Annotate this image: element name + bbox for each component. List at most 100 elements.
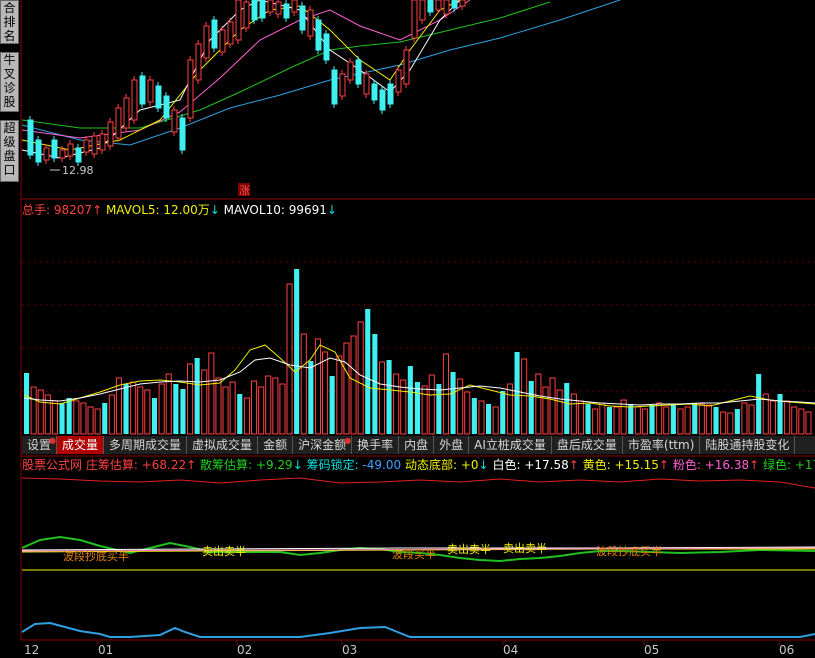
- volume-bar: [187, 363, 194, 435]
- volume-bar: [514, 352, 520, 434]
- volume-bar: [94, 408, 101, 435]
- candlestick: [395, 69, 402, 93]
- volume-bar: [80, 402, 87, 435]
- volume-bar: [386, 360, 392, 434]
- volume-bar: [756, 374, 762, 434]
- volume-bar: [798, 408, 805, 435]
- candlestick: [435, 0, 442, 11]
- candlestick: [251, 0, 258, 21]
- volume-bar: [393, 373, 400, 435]
- mavol10-value: 99691: [288, 203, 327, 217]
- tab-3[interactable]: 虚拟成交量: [187, 436, 259, 454]
- tab-label: 虚拟成交量: [192, 438, 253, 452]
- x-axis: 12 01 02 03 04 05 06: [24, 641, 794, 657]
- price-low-label: 12.98: [62, 164, 94, 177]
- indicator-3-label: 筹码锁定:: [306, 458, 359, 472]
- volume-bar: [237, 394, 243, 434]
- candlestick: [379, 89, 386, 111]
- tab-5[interactable]: 沪深金额 ●: [293, 436, 353, 454]
- candlestick: [139, 75, 146, 105]
- volume-bar: [784, 400, 791, 435]
- volume-bar: [471, 398, 477, 434]
- candlestick: [155, 85, 162, 109]
- indicator-5-value: +17.58: [524, 458, 569, 472]
- volume-bar: [229, 381, 236, 435]
- total-volume-label: 总手:: [22, 203, 51, 217]
- volume-bar: [542, 386, 549, 435]
- tab-2[interactable]: 多周期成交量: [104, 436, 188, 454]
- candlestick: [211, 19, 218, 49]
- volume-bars: [24, 269, 812, 435]
- candlestick: [91, 135, 98, 155]
- candlestick: [171, 109, 178, 133]
- volume-bar: [123, 384, 129, 434]
- indicator-header: 股票公式网 庄筹估算: +68.22↑ 散筹估算: +9.29↓ 筹码锁定: -…: [22, 457, 815, 473]
- tab-8[interactable]: 外盘: [434, 436, 470, 454]
- zhang-badge[interactable]: 涨: [239, 184, 250, 197]
- volume-bar: [663, 406, 670, 435]
- volume-bar: [215, 377, 222, 435]
- tab-11[interactable]: 市盈率(ttm): [623, 436, 701, 454]
- indicator-1-label: 庄筹估算:: [85, 458, 138, 472]
- volume-bar: [30, 386, 37, 435]
- volume-bar: [713, 407, 719, 434]
- indicator-7-arrow: ↑: [749, 458, 760, 472]
- volume-bar: [243, 397, 250, 435]
- candlestick: [259, 0, 266, 19]
- indicator-signal-4: 卖出卖半: [447, 542, 491, 556]
- mavol10-arrow: ↓: [326, 203, 337, 217]
- volume-bar: [599, 402, 606, 435]
- tab-9[interactable]: AI立桩成交量: [469, 436, 552, 454]
- indicator-2-label: 散筹估算:: [200, 458, 253, 472]
- volume-bar: [73, 400, 80, 435]
- indicator-red-line: [21, 477, 815, 489]
- candlestick: [347, 61, 354, 81]
- candlestick: [83, 139, 90, 153]
- tab-6[interactable]: 换手率: [352, 436, 400, 454]
- indicator-5-arrow: ↑: [568, 458, 579, 472]
- volume-bar: [372, 334, 378, 434]
- volume-bar: [634, 406, 641, 435]
- volume-bar: [421, 385, 428, 435]
- tab-12[interactable]: 陆股通持股变化: [700, 436, 796, 454]
- volume-bar: [606, 407, 612, 434]
- tab-dot-icon: ●: [344, 436, 352, 445]
- candlestick: [339, 73, 346, 97]
- candlestick: [67, 143, 74, 157]
- volume-bar: [805, 411, 812, 435]
- volume-bar: [492, 406, 499, 435]
- volume-bar: [506, 383, 513, 435]
- price-candlestick-panel: [21, 0, 621, 166]
- volume-bar: [87, 406, 94, 435]
- tab-7[interactable]: 内盘: [399, 436, 435, 454]
- tab-10[interactable]: 盘后成交量: [552, 436, 623, 454]
- volume-bar: [286, 283, 293, 435]
- tab-label: 陆股通持股变化: [705, 438, 790, 452]
- indicator-signal-3: 波段买半: [392, 547, 436, 561]
- volume-bar: [329, 376, 335, 434]
- volume-bar: [350, 335, 357, 435]
- volume-bar: [692, 403, 698, 434]
- candlestick: [363, 73, 370, 95]
- volume-bar: [478, 400, 485, 435]
- tab-label: 设置: [27, 438, 52, 452]
- tab-4[interactable]: 金额: [258, 436, 294, 454]
- indicator-name[interactable]: 股票公式网: [22, 458, 82, 472]
- stock-chart-canvas: 波段抄底买半 卖出卖半 波段买半 卖出卖半 卖出卖半 波段抄底买半 12.98 …: [20, 0, 815, 657]
- volume-bar: [24, 373, 30, 434]
- tab-0[interactable]: 设置 ●: [22, 436, 58, 454]
- volume-bar: [51, 400, 59, 435]
- volume-bar: [535, 373, 542, 435]
- volume-bar: [556, 389, 563, 435]
- volume-bar: [108, 394, 115, 435]
- volume-bar: [180, 389, 186, 434]
- candlestick: [283, 3, 290, 19]
- tab-1[interactable]: 成交量: [57, 436, 105, 454]
- candlestick: [219, 29, 226, 53]
- tab-label: 沪深金额: [298, 438, 347, 452]
- volume-bar: [620, 399, 627, 435]
- volume-bar: [428, 374, 435, 435]
- volume-bar: [628, 405, 634, 434]
- indicator-4-arrow: ↓: [478, 458, 489, 472]
- volume-bar: [585, 404, 591, 434]
